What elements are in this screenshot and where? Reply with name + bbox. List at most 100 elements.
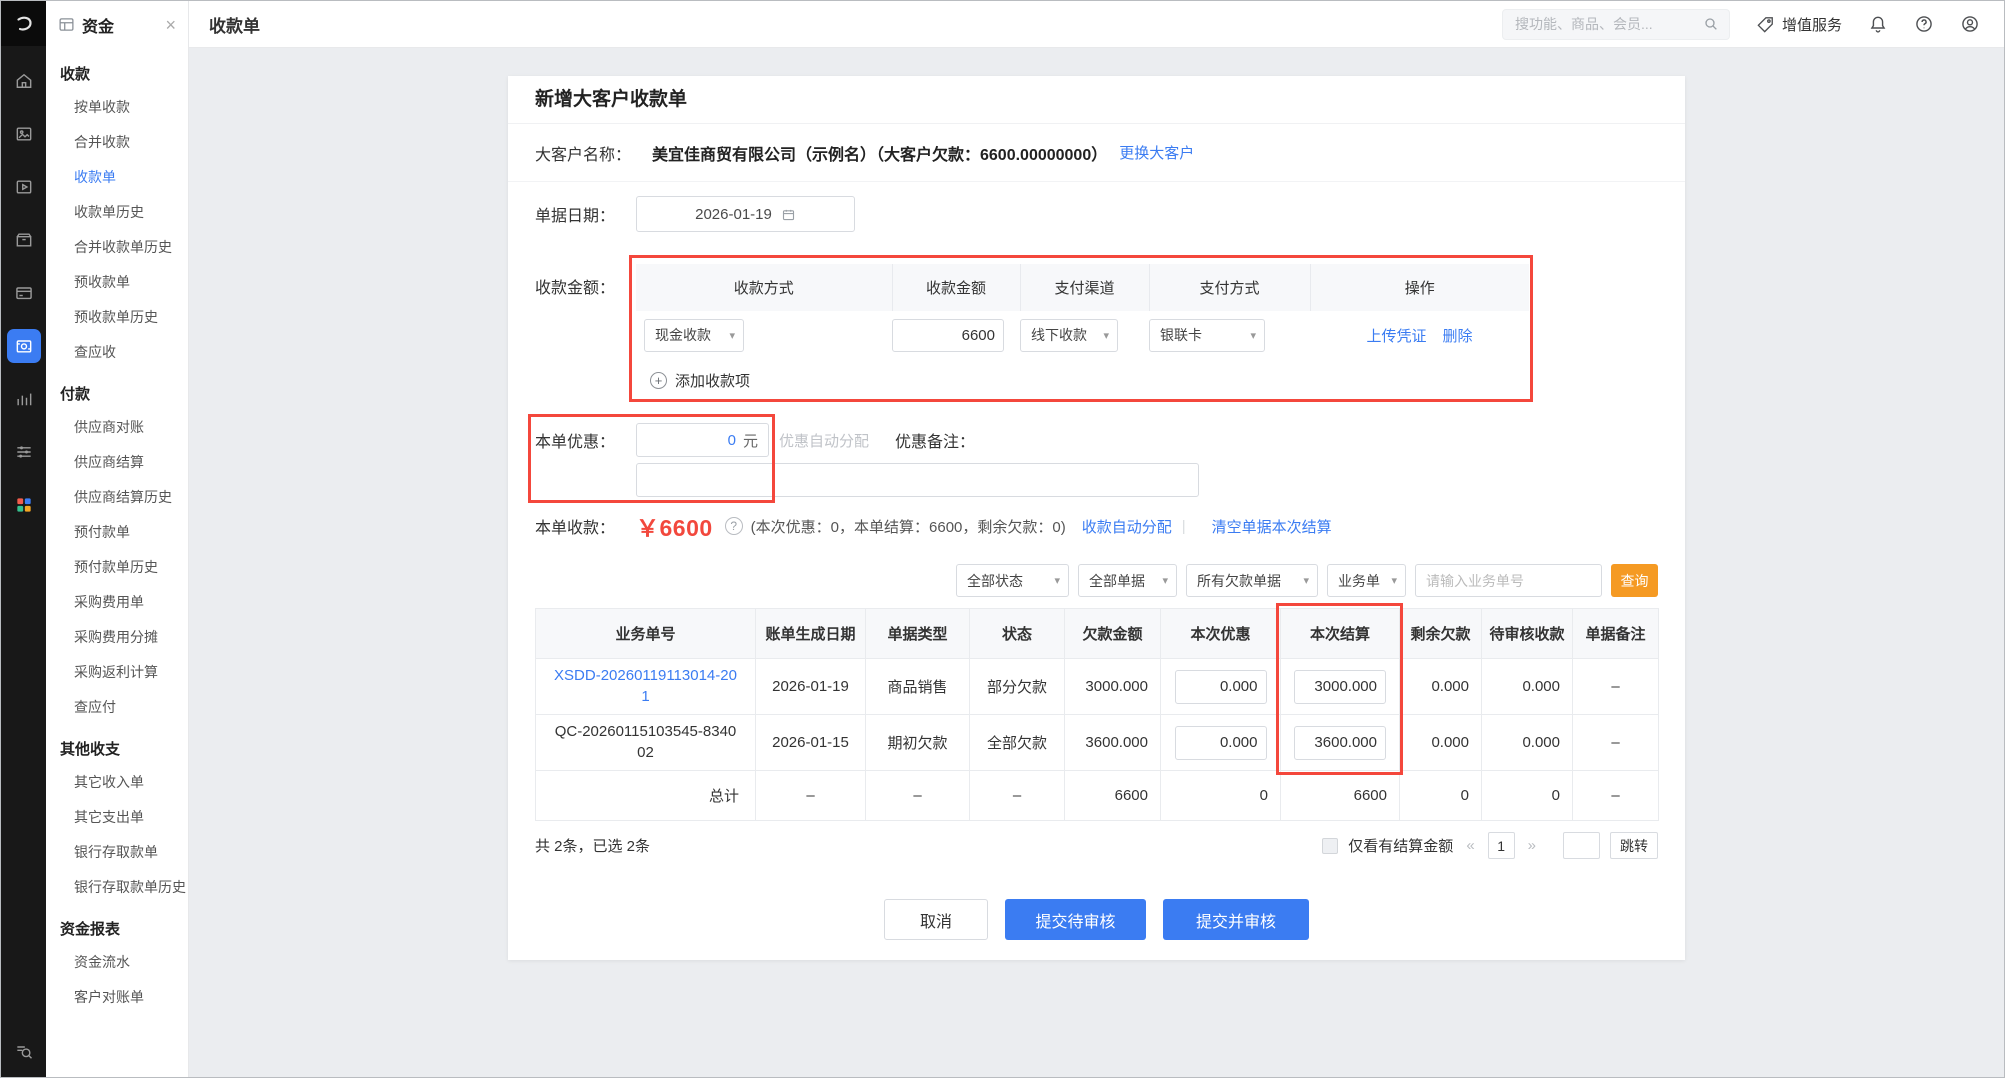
sidebar-section-title: 付款 xyxy=(60,386,91,403)
global-search-input[interactable] xyxy=(1514,16,1703,32)
col-header: 待审核收款 xyxy=(1481,608,1573,659)
close-icon[interactable]: × xyxy=(165,16,176,34)
sidebar-item[interactable]: 供应商结算历史 xyxy=(46,480,188,515)
page-jump-input[interactable] xyxy=(1563,832,1600,859)
discount-section: 本单优惠： 0 元 优惠自动分配 优惠备注： xyxy=(508,401,1685,503)
status-filter-select[interactable]: 全部状态 ▾ xyxy=(956,564,1069,597)
amount-label: 收款金额： xyxy=(535,280,616,297)
list-search-icon[interactable] xyxy=(7,1043,41,1077)
sidebar-item[interactable]: 银行存取款单 xyxy=(46,835,188,870)
sidebar-item[interactable]: 银行存取款单历史 xyxy=(46,870,188,905)
sidebar-item[interactable]: 预收款单历史 xyxy=(46,300,188,335)
sidebar-item[interactable]: 客户对账单 xyxy=(46,980,188,1015)
order-no-search-input[interactable] xyxy=(1415,564,1602,597)
sidebar-item[interactable]: 供应商对账 xyxy=(46,410,188,445)
row-discount-input[interactable] xyxy=(1174,725,1267,760)
funds-icon[interactable] xyxy=(6,329,41,363)
discount-auto-text: 优惠自动分配 xyxy=(779,432,870,450)
delete-payment-link[interactable]: 删除 xyxy=(1443,325,1473,346)
reports-icon[interactable] xyxy=(7,382,41,416)
discount-label: 本单优惠： xyxy=(535,434,616,451)
gallery-icon[interactable] xyxy=(7,117,41,151)
doc-type-filter-select[interactable]: 全部单据 ▾ xyxy=(1078,564,1177,597)
table-footer: 共 2条，已选 2条 仅看有结算金额 « 1 » 跳转 xyxy=(535,821,1658,870)
cell-note: – xyxy=(1572,714,1659,771)
current-page[interactable]: 1 xyxy=(1487,832,1515,859)
sidebar-item[interactable]: 合并收款 xyxy=(46,125,188,160)
order-no-text: QC-20260115103545-834002 xyxy=(535,714,756,771)
row-discount-input[interactable] xyxy=(1174,669,1267,704)
bell-icon[interactable] xyxy=(1868,14,1888,34)
home-icon[interactable] xyxy=(7,64,41,98)
submit-for-review-button[interactable]: 提交待审核 xyxy=(1005,899,1146,940)
video-icon[interactable] xyxy=(7,170,41,204)
sidebar-item[interactable]: 按单收款 xyxy=(46,90,188,125)
payment-channel-select[interactable]: 线下收款 ▾ xyxy=(1020,318,1118,352)
help-icon[interactable] xyxy=(1914,14,1934,34)
row-settle-input[interactable] xyxy=(1294,725,1386,760)
cell-debt: 3600.000 xyxy=(1064,714,1161,771)
sidebar-item[interactable]: 收款单历史 xyxy=(46,195,188,230)
cancel-button[interactable]: 取消 xyxy=(884,899,988,940)
settings-icon[interactable] xyxy=(7,435,41,469)
cell-note: – xyxy=(1572,658,1659,715)
account-icon[interactable] xyxy=(1960,14,1980,34)
value-added-services[interactable]: 增值服务 xyxy=(1756,14,1842,35)
order-no-link[interactable]: XSDD-20260119113014-201 xyxy=(554,667,737,704)
col-header: 本次结算 xyxy=(1280,608,1400,659)
auto-allocate-link[interactable]: 收款自动分配 xyxy=(1082,516,1172,537)
receipt-detail: (本次优惠：0，本单结算：6600，剩余欠款：0) xyxy=(750,518,1066,536)
table-row: XSDD-20260119113014-201 2026-01-19 商品销售 … xyxy=(535,658,1659,715)
sidebar-item[interactable]: 供应商结算 xyxy=(46,445,188,480)
add-payment-item-button[interactable]: + 添加收款项 xyxy=(636,359,1529,401)
customer-row: 大客户名称： 美宜佳商贸有限公司（示例名）（大客户欠款：6600.0000000… xyxy=(508,124,1685,182)
global-search[interactable] xyxy=(1501,8,1730,40)
sidebar-item[interactable]: 预付款单历史 xyxy=(46,550,188,585)
topbar: 收款单 增值服务 xyxy=(189,1,2004,48)
receipt-amount: ￥6600 xyxy=(636,515,713,541)
sidebar-item[interactable]: 采购费用分摊 xyxy=(46,620,188,655)
pay-col-header: 支付渠道 xyxy=(1020,264,1150,311)
page-jump-button[interactable]: 跳转 xyxy=(1610,832,1658,859)
sidebar-item[interactable]: 合并收款单历史 xyxy=(46,230,188,265)
submit-and-audit-button[interactable]: 提交并审核 xyxy=(1163,899,1309,940)
settled-only-checkbox[interactable] xyxy=(1322,837,1339,854)
apps-icon[interactable] xyxy=(7,488,41,522)
upload-voucher-link[interactable]: 上传凭证 xyxy=(1366,325,1426,346)
sidebar-item-active[interactable]: 收款单 xyxy=(46,160,188,195)
prev-page-button[interactable]: « xyxy=(1463,837,1477,854)
discount-input[interactable]: 0 元 xyxy=(636,423,769,457)
row-settle-input[interactable] xyxy=(1294,669,1386,704)
biz-type-filter-select[interactable]: 业务单 ▾ xyxy=(1327,564,1406,597)
date-picker[interactable]: 2026-01-19 xyxy=(636,196,855,232)
change-customer-link[interactable]: 更换大客户 xyxy=(1119,142,1194,163)
sidebar-item[interactable]: 采购费用单 xyxy=(46,585,188,620)
sidebar-item[interactable]: 查应付 xyxy=(46,690,188,725)
icon-rail xyxy=(1,1,46,1077)
payment-type-select[interactable]: 银联卡 ▾ xyxy=(1149,318,1265,352)
sidebar-item[interactable]: 资金流水 xyxy=(46,945,188,980)
next-page-button[interactable]: » xyxy=(1525,837,1539,854)
page-content: 新增大客户收款单 大客户名称： 美宜佳商贸有限公司（示例名）（大客户欠款：660… xyxy=(189,48,2004,1077)
search-button[interactable]: 查询 xyxy=(1611,564,1658,597)
clear-settlement-link[interactable]: 清空单据本次结算 xyxy=(1212,516,1332,537)
sidebar-item[interactable]: 查应收 xyxy=(46,335,188,370)
cell-debt: 3000.000 xyxy=(1064,658,1161,715)
receipt-form-card: 新增大客户收款单 大客户名称： 美宜佳商贸有限公司（示例名）（大客户欠款：660… xyxy=(508,76,1685,960)
debt-type-filter-select[interactable]: 所有欠款单据 ▾ xyxy=(1186,564,1318,597)
sidebar-menu: 收款 按单收款 合并收款 收款单 收款单历史 合并收款单历史 预收款单 预收款单… xyxy=(46,48,188,1077)
sidebar-item[interactable]: 其它支出单 xyxy=(46,800,188,835)
pay-col-header: 操作 xyxy=(1310,264,1529,311)
tag-icon xyxy=(1756,15,1775,34)
payment-amount-input[interactable] xyxy=(892,318,1004,352)
billing-icon[interactable] xyxy=(7,276,41,310)
payment-method-select[interactable]: 现金收款 ▾ xyxy=(644,318,744,352)
chevron-down-icon: ▾ xyxy=(1054,575,1060,587)
sidebar-item[interactable]: 采购返利计算 xyxy=(46,655,188,690)
package-icon[interactable] xyxy=(7,223,41,257)
sidebar-item[interactable]: 预付款单 xyxy=(46,515,188,550)
discount-note-input[interactable] xyxy=(636,463,1199,497)
sidebar-item[interactable]: 其它收入单 xyxy=(46,765,188,800)
sidebar-item[interactable]: 预收款单 xyxy=(46,265,188,300)
selection-count: 共 2条，已选 2条 xyxy=(535,838,651,855)
